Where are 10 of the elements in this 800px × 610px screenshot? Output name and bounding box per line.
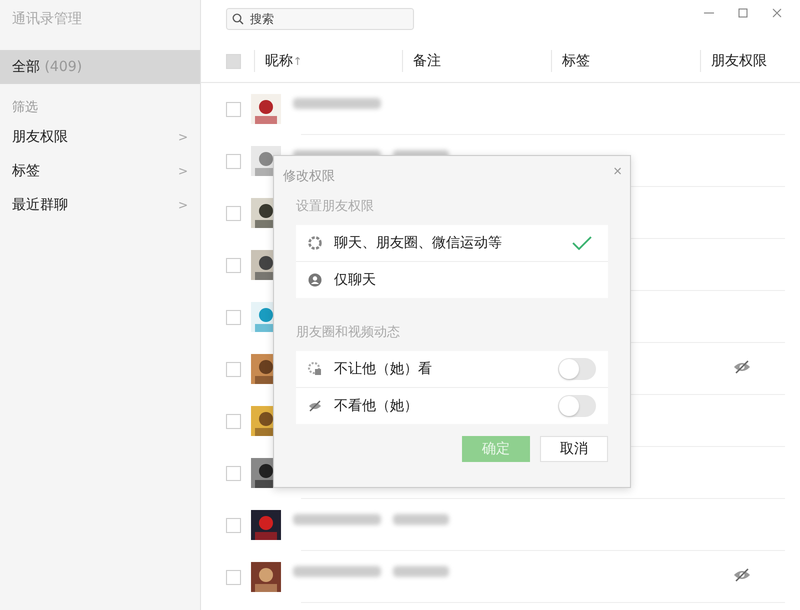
window-title: 通讯录管理 <box>11 10 83 29</box>
chevron-icon: > <box>178 198 188 212</box>
chevron-icon: > <box>178 130 188 144</box>
chevron-icon: > <box>178 164 188 178</box>
option-label: 不看他（她） <box>334 397 419 415</box>
section-heading: 朋友圈和视频动态 <box>296 324 401 342</box>
section-heading: 筛选 <box>11 99 39 117</box>
section-heading: 设置朋友权限 <box>296 198 375 216</box>
dialog-title: 修改权限 <box>283 168 335 186</box>
option-label: 不让他（她）看 <box>334 360 433 378</box>
